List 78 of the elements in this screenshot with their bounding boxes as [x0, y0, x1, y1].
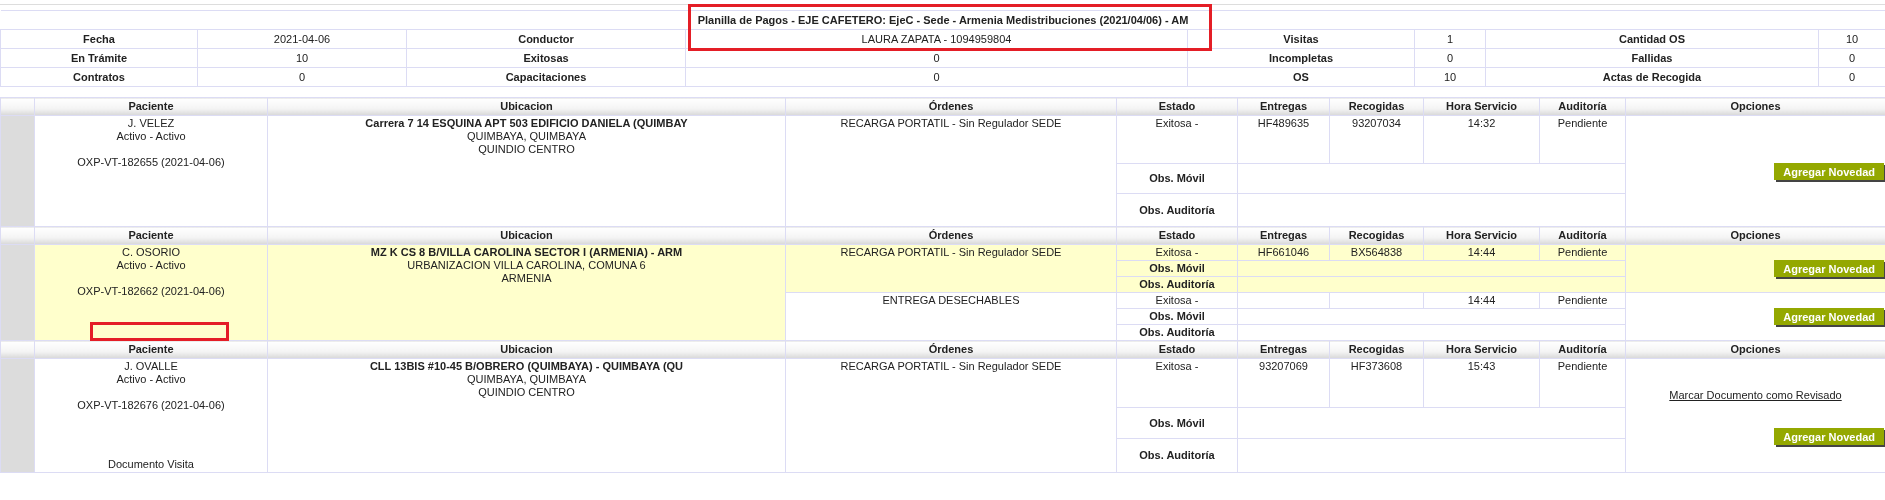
patient-name: J. VELEZ	[126, 117, 176, 130]
table-cell: 0	[1414, 48, 1486, 68]
table-cell: 0	[685, 48, 1188, 68]
table-cell: Obs. Móvil	[1116, 163, 1238, 194]
address-line: QUIMBAYA, QUIMBAYA	[466, 130, 587, 143]
table-cell: HF489635	[1237, 115, 1330, 164]
add-note-button[interactable]: Agregar Novedad	[1774, 308, 1884, 325]
table-cell: Obs. Auditoría	[1116, 438, 1238, 473]
table-cell: Obs. Auditoría	[1116, 193, 1238, 227]
table-cell: 15:43	[1423, 358, 1540, 408]
table-cell: ENTREGA DESECHABLES	[785, 292, 1117, 341]
visit-code: OXP-VT-182655 (2021-04-06)	[76, 156, 226, 169]
address-line: QUINDIO CENTRO	[477, 143, 576, 156]
column-header: Estado	[1116, 97, 1238, 116]
table-cell: Fallidas	[1485, 48, 1819, 68]
table-cell: Exitosa -	[1116, 358, 1238, 408]
table-cell: OS	[1187, 67, 1415, 87]
table-cell: 0	[197, 67, 407, 87]
table-cell: 1	[1414, 29, 1486, 49]
patient-name: J. OVALLE	[123, 360, 179, 373]
table-cell: Contratos	[0, 67, 198, 87]
add-note-button[interactable]: Agregar Novedad	[1774, 260, 1884, 277]
table-cell: Incompletas	[1187, 48, 1415, 68]
table-cell: HF373608	[1329, 358, 1424, 408]
report-title: Planilla de Pagos - EJE CAFETERO: EjeC - Sede - Armenia Medistribuciones (2021/04/06) - AM	[0, 10, 1885, 30]
visit-code: OXP-VT-182676 (2021-04-06)	[76, 399, 226, 412]
column-header	[0, 97, 35, 116]
table-cell: Fecha	[0, 29, 198, 49]
table-cell: 14:32	[1423, 115, 1540, 164]
patient-name: C. OSORIO	[120, 246, 182, 259]
table-cell: Conductor	[406, 29, 686, 49]
table-cell: RECARGA PORTATIL - Sin Regulador SEDE	[785, 358, 1117, 473]
address-line: QUIMBAYA, QUIMBAYA	[466, 373, 587, 386]
column-header: Hora Servicio	[1423, 97, 1540, 116]
address-line: CLL 13BIS #10-45 B/OBRERO (QUIMBAYA) - QUIMBAYA (QU	[368, 360, 685, 373]
table-cell: Obs. Móvil	[1116, 407, 1238, 439]
column-header: Auditoría	[1539, 97, 1626, 116]
address-line: URBANIZACION VILLA CAROLINA, COMUNA 6	[406, 259, 647, 272]
table-cell: 10	[197, 48, 407, 68]
table-cell: Pendiente	[1539, 292, 1626, 309]
visit-code: OXP-VT-182662 (2021-04-06)	[76, 285, 226, 298]
document-label: Documento Visita	[107, 458, 195, 471]
table-cell: Actas de Recogida	[1485, 67, 1819, 87]
table-cell: En Trámite	[0, 48, 198, 68]
table-cell: 0	[685, 67, 1188, 87]
table-cell: Obs. Móvil	[1116, 308, 1238, 325]
table-cell: Pendiente	[1539, 358, 1626, 408]
add-note-button[interactable]: Agregar Novedad	[1774, 427, 1884, 445]
column-header: Recogidas	[1329, 97, 1424, 116]
address-line: ARMENIA	[500, 272, 553, 285]
table-cell: Exitosa -	[1116, 115, 1238, 164]
patient-status: Activo - Activo	[115, 373, 187, 386]
column-header: Órdenes	[785, 97, 1117, 116]
table-cell: 93207069	[1237, 358, 1330, 408]
table-cell: 2021-04-06	[197, 29, 407, 49]
table-cell: Cantidad OS	[1485, 29, 1819, 49]
patient-status: Activo - Activo	[115, 130, 187, 143]
table-cell: Pendiente	[1539, 115, 1626, 164]
table-cell: 93207034	[1329, 115, 1424, 164]
column-header: Opciones	[1625, 97, 1885, 116]
patient-status: Activo - Activo	[115, 259, 187, 272]
table-cell: 10	[1414, 67, 1486, 87]
table-cell: Exitosa -	[1116, 292, 1238, 309]
table-cell: RECARGA PORTATIL - Sin Regulador SEDE	[785, 115, 1117, 227]
table-cell: Exitosas	[406, 48, 686, 68]
address-line: Carrera 7 14 ESQUINA APT 503 EDIFICIO DANIELA (QUIMBAY	[364, 117, 689, 130]
address-line: MZ K CS 8 B/VILLA CAROLINA SECTOR I (ARMENIA) - ARM	[369, 246, 684, 259]
mark-reviewed-link[interactable]: Marcar Documento como Revisado	[1669, 386, 1842, 402]
column-header: Paciente	[34, 97, 268, 116]
table-cell: 14:44	[1423, 292, 1540, 309]
table-cell: LAURA ZAPATA - 1094959804	[685, 29, 1188, 49]
table-cell: Obs. Auditoría	[1116, 324, 1238, 341]
table-cell: Capacitaciones	[406, 67, 686, 87]
column-header: Entregas	[1237, 97, 1330, 116]
add-note-button[interactable]: Agregar Novedad	[1774, 162, 1884, 180]
address-line: QUINDIO CENTRO	[477, 386, 576, 399]
column-header: Ubicacion	[267, 97, 786, 116]
table-cell: RECARGA PORTATIL - Sin Regulador SEDE	[785, 244, 1117, 293]
